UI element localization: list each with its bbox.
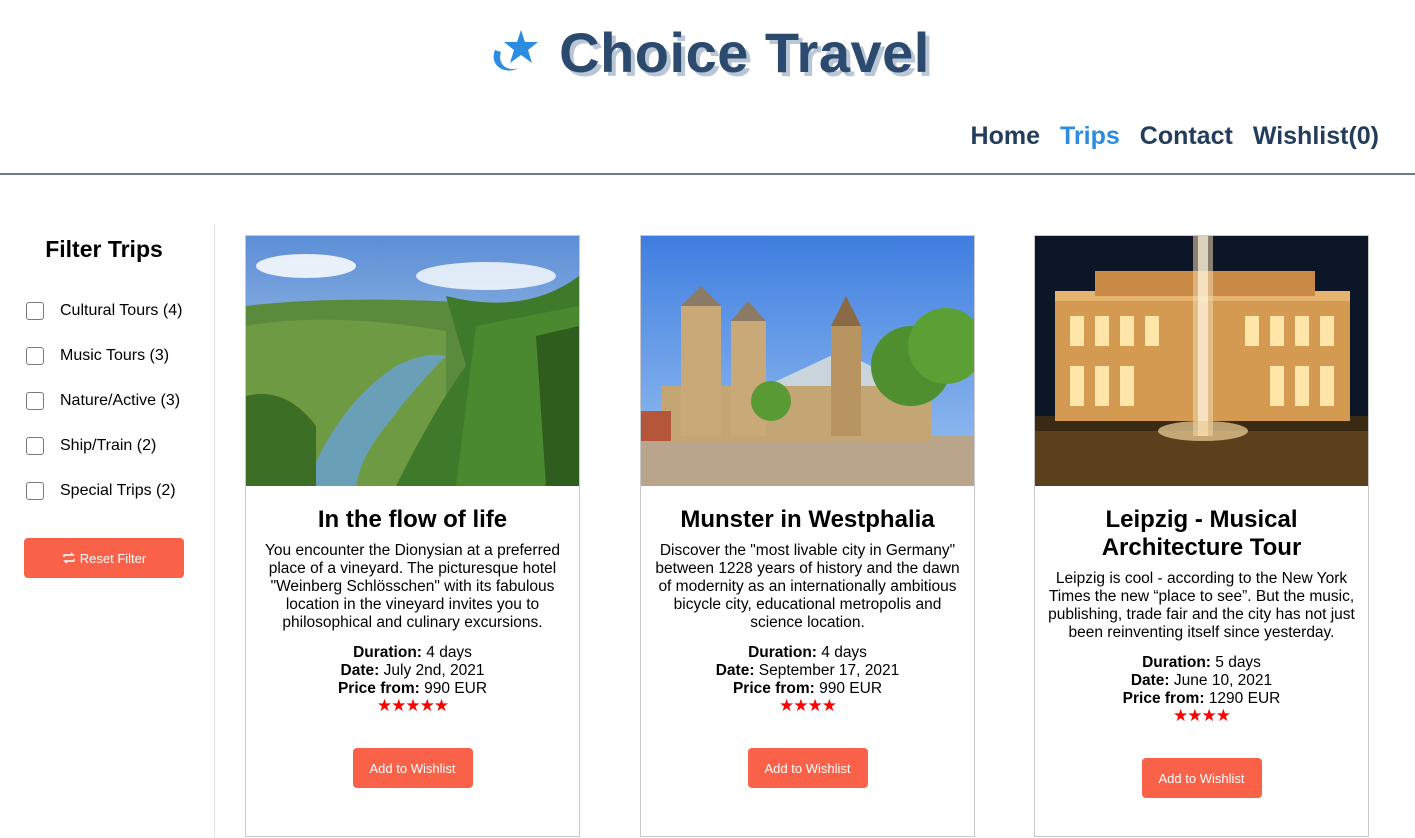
duration-label: Duration: bbox=[353, 644, 422, 661]
star-icon: ★ bbox=[405, 696, 420, 715]
trip-meta: Duration: 4 days Date: September 17, 202… bbox=[641, 644, 974, 698]
filter-list: Cultural Tours (4) Music Tours (3) Natur… bbox=[26, 288, 182, 513]
star-icon: ★ bbox=[779, 696, 794, 715]
trip-image-cathedral[interactable] bbox=[641, 236, 974, 486]
trip-image-opera-house[interactable] bbox=[1035, 236, 1368, 486]
site-title: Choice Travel bbox=[559, 21, 930, 84]
nav-wishlist[interactable]: Wishlist(0) bbox=[1253, 122, 1379, 151]
trip-price: 1290 EUR bbox=[1208, 690, 1281, 707]
main-nav: Home Trips Contact Wishlist(0) bbox=[971, 122, 1379, 151]
filter-title: Filter Trips bbox=[45, 236, 163, 262]
star-logo-icon bbox=[493, 29, 539, 71]
trip-duration: 4 days bbox=[426, 644, 472, 661]
nav-home[interactable]: Home bbox=[971, 122, 1040, 151]
star-icon: ★ bbox=[433, 696, 449, 715]
star-rating: ★★★★ bbox=[1035, 706, 1368, 725]
filter-label: Special Trips (2) bbox=[60, 481, 176, 499]
filter-item-special[interactable]: Special Trips (2) bbox=[26, 468, 182, 513]
filter-checkbox[interactable] bbox=[26, 346, 44, 365]
star-icon: ★ bbox=[793, 696, 808, 715]
trip-title: Munster in Westphalia bbox=[680, 506, 935, 533]
trip-duration: 4 days bbox=[821, 644, 867, 661]
star-rating: ★★★★ bbox=[641, 696, 974, 715]
star-icon: ★ bbox=[376, 696, 392, 715]
price-label: Price from: bbox=[1122, 690, 1205, 707]
trip-description: Discover the "most livable city in Germa… bbox=[655, 542, 960, 631]
star-icon: ★ bbox=[1187, 706, 1202, 725]
trip-image-vineyard[interactable] bbox=[246, 236, 579, 486]
filter-item-nature[interactable]: Nature/Active (3) bbox=[26, 378, 182, 423]
star-icon: ★ bbox=[1215, 706, 1231, 725]
nav-trips[interactable]: Trips bbox=[1060, 122, 1120, 151]
star-icon: ★ bbox=[1201, 706, 1217, 725]
filter-label: Cultural Tours (4) bbox=[60, 301, 183, 319]
filter-label: Music Tours (3) bbox=[60, 346, 170, 364]
filter-item-music[interactable]: Music Tours (3) bbox=[26, 333, 182, 378]
filter-item-ship-train[interactable]: Ship/Train (2) bbox=[26, 423, 182, 468]
filter-label: Nature/Active (3) bbox=[60, 391, 181, 409]
price-label: Price from: bbox=[337, 680, 420, 697]
trip-price: 990 EUR bbox=[819, 680, 883, 697]
date-label: Date: bbox=[715, 662, 755, 679]
star-icon: ★ bbox=[391, 696, 406, 715]
trip-price: 990 EUR bbox=[424, 680, 488, 697]
duration-label: Duration: bbox=[1142, 654, 1211, 671]
price-label: Price from: bbox=[732, 680, 815, 697]
trip-description: Leipzig is cool - according to the New Y… bbox=[1048, 570, 1355, 641]
add-to-wishlist-button[interactable]: Add to Wishlist bbox=[747, 748, 868, 788]
refresh-icon bbox=[62, 552, 75, 564]
trip-date: September 17, 2021 bbox=[758, 662, 900, 679]
star-icon: ★ bbox=[807, 696, 823, 715]
star-icon: ★ bbox=[821, 696, 837, 715]
filter-label: Ship/Train (2) bbox=[60, 436, 157, 454]
header-divider bbox=[0, 173, 1415, 175]
filter-sidebar: Filter Trips Cultural Tours (4) Music To… bbox=[0, 224, 215, 838]
reset-filter-button[interactable]: Reset Filter bbox=[24, 538, 184, 578]
trip-card: Leipzig - Musical Architecture Tour Leip… bbox=[1034, 235, 1369, 837]
site-brand[interactable]: Choice Travel bbox=[0, 20, 1415, 85]
date-label: Date: bbox=[340, 662, 380, 679]
trip-title: Leipzig - Musical Architecture Tour bbox=[1101, 506, 1302, 561]
add-to-wishlist-button[interactable]: Add to Wishlist bbox=[352, 748, 473, 788]
filter-checkbox[interactable] bbox=[26, 436, 44, 455]
trip-date: July 2nd, 2021 bbox=[383, 662, 485, 679]
reset-filter-label: Reset Filter bbox=[79, 550, 147, 566]
trip-duration: 5 days bbox=[1215, 654, 1261, 671]
nav-contact[interactable]: Contact bbox=[1140, 122, 1233, 151]
star-icon: ★ bbox=[419, 696, 435, 715]
duration-label: Duration: bbox=[748, 644, 817, 661]
filter-checkbox[interactable] bbox=[26, 301, 44, 320]
star-rating: ★★★★★ bbox=[246, 696, 579, 715]
trip-card: In the flow of life You encounter the Di… bbox=[245, 235, 580, 837]
filter-checkbox[interactable] bbox=[26, 391, 44, 410]
date-label: Date: bbox=[1130, 672, 1170, 689]
add-to-wishlist-button[interactable]: Add to Wishlist bbox=[1141, 758, 1262, 798]
filter-item-cultural[interactable]: Cultural Tours (4) bbox=[26, 288, 182, 333]
trip-meta: Duration: 5 days Date: June 10, 2021 Pri… bbox=[1035, 654, 1368, 708]
star-icon: ★ bbox=[1173, 706, 1188, 725]
trip-date: June 10, 2021 bbox=[1173, 672, 1273, 689]
trip-description: You encounter the Dionysian at a preferr… bbox=[265, 542, 560, 631]
trip-card: Munster in Westphalia Discover the "most… bbox=[640, 235, 975, 837]
filter-checkbox[interactable] bbox=[26, 481, 44, 500]
trip-title: In the flow of life bbox=[317, 506, 508, 533]
trip-meta: Duration: 4 days Date: July 2nd, 2021 Pr… bbox=[246, 644, 579, 698]
